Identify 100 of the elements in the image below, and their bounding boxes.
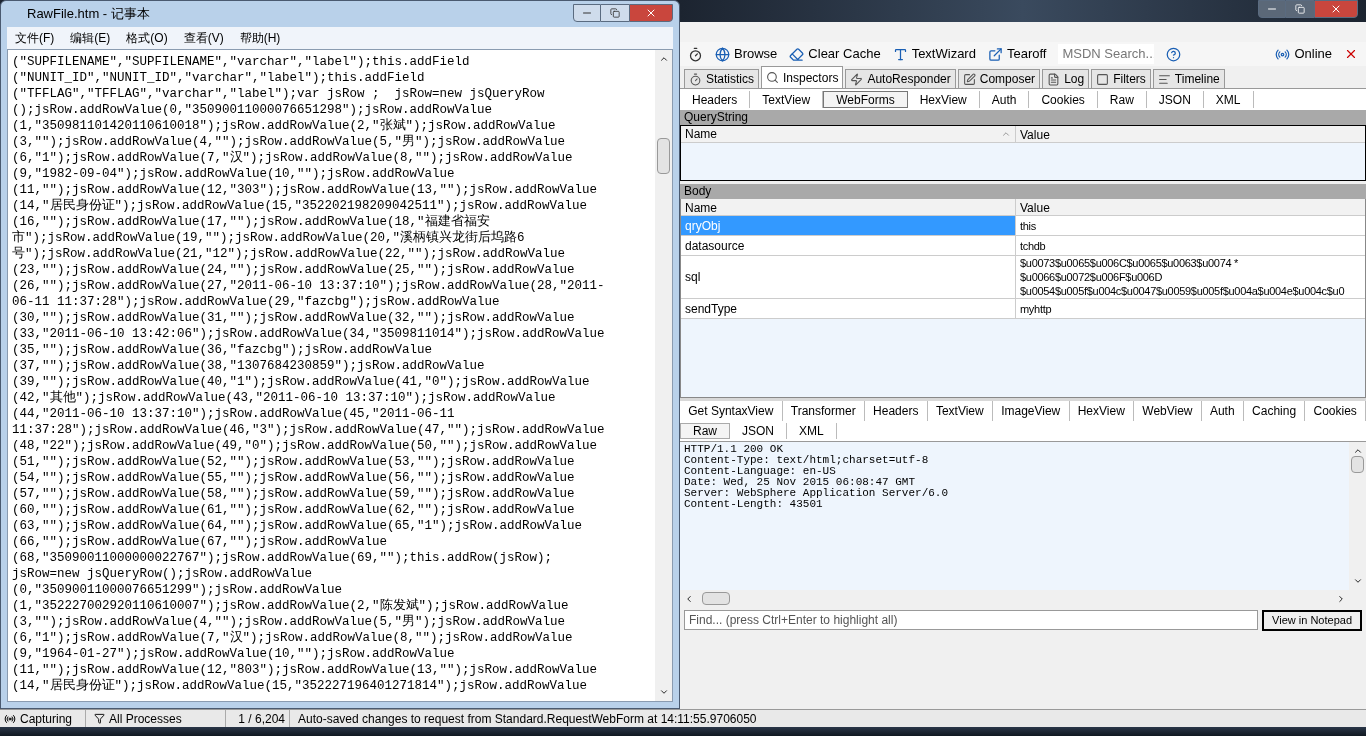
text-line: (14,"居民身份证");jsRow.addRowValue(15,"352227196401271814");jsRow.addRowValue bbox=[12, 678, 588, 694]
text-line: HTTP/1.1 200 OK bbox=[684, 444, 784, 455]
text-line: (44,"2011-06-10 13:37:10");jsRow.addRowValue(45,"2011-06-11 bbox=[12, 406, 455, 422]
status-message: Auto-saved changes to request from Standard.RequestWebForm at 14:11:55.9706050 bbox=[297, 710, 757, 728]
scroll-up-icon bbox=[1352, 446, 1363, 456]
toolbar-button[interactable]: Tearoff bbox=[987, 44, 1047, 64]
toolbar-button[interactable]: Clear Cache bbox=[789, 44, 881, 64]
text-line: (0,"35090011000076651299");jsRow.addRowValue bbox=[12, 582, 343, 598]
minimize-button[interactable] bbox=[573, 4, 601, 22]
pencil-icon bbox=[962, 72, 976, 86]
eraser-icon bbox=[789, 46, 805, 62]
text-line: (1,"352227002920110610007");jsRow.addRowValue(2,"陈发斌");jsRow.addRowValue bbox=[12, 598, 569, 614]
text-line: 11:37:28");jsRow.addRowValue(46,"3");jsRow.addRowValue(47,"");jsRow.addRowValue bbox=[12, 422, 605, 438]
restore-button[interactable] bbox=[1286, 0, 1314, 18]
tab[interactable]: Raw bbox=[680, 423, 730, 439]
text-line: (6,"1");jsRow.addRowValue(7,"汉");jsRow.addRowValue(8,"");jsRow.addRowValue bbox=[12, 630, 573, 646]
toolbar-button[interactable]: TextWizard bbox=[892, 44, 976, 64]
column-header[interactable]: Value bbox=[1016, 126, 1365, 142]
tab[interactable]: Raw bbox=[1097, 91, 1147, 108]
search-field[interactable]: MSDN Search... bbox=[1058, 44, 1155, 64]
table-cell: tchdb bbox=[1020, 238, 1046, 253]
scroll-left-icon bbox=[684, 593, 694, 604]
text-line: (3,"");jsRow.addRowValue(4,"");jsRow.addRowValue(5,"男");jsRow.addRowValue bbox=[12, 614, 566, 630]
minimize-button[interactable] bbox=[1258, 0, 1286, 18]
scrollbar[interactable] bbox=[655, 50, 672, 701]
text-line: (68,"35090011000000022767");jsRow.addRowValue(69,"");this.addRow(jsRow); bbox=[12, 550, 553, 566]
table-cell[interactable]: sql bbox=[681, 256, 1016, 298]
tab[interactable]: Composer bbox=[957, 69, 1041, 88]
text-line: ("SUPFILENAME","SUPFILENAME","varchar","label");this.addField bbox=[12, 54, 470, 70]
text-line: (63,"");jsRow.addRowValue(64,"");jsRow.addRowValue(65,"1");jsRow.addRowValue bbox=[12, 518, 583, 534]
scroll-thumb[interactable] bbox=[1351, 455, 1364, 473]
toolbar-button[interactable]: Browse bbox=[715, 44, 778, 64]
text-line: 06-11 11:37:28");jsRow.addRowValue(29,"fazcbg");jsRow.addRowValue bbox=[12, 294, 500, 310]
text-line: (51,"");jsRow.addRowValue(52,"");jsRow.addRowValue(53,"");jsRow.addRowValue bbox=[12, 454, 575, 470]
section-header: QueryString bbox=[680, 110, 1366, 125]
tab[interactable]: JSON bbox=[1146, 91, 1204, 108]
scroll-right-icon bbox=[1336, 593, 1346, 604]
tab[interactable]: Auth bbox=[979, 91, 1030, 108]
text-line: (30,"");jsRow.addRowValue(31,"");jsRow.addRowValue(32,"");jsRow.addRowValue bbox=[12, 310, 575, 326]
restore-button[interactable] bbox=[601, 4, 629, 22]
tab[interactable]: HexView bbox=[907, 91, 980, 108]
tab[interactable]: Statistics bbox=[684, 69, 759, 88]
text-line: ("TFFLAG","TFFLAG","varchar","label");var jsRow ; jsRow=new jsQueryRow bbox=[12, 86, 545, 102]
table-cell: $u0054$u005f$u004c$u0047$u0059$u005f$u004a$u004e$u004c$u0 bbox=[1020, 284, 1345, 298]
tab[interactable]: Cookies bbox=[1029, 91, 1098, 108]
stopwatch-icon bbox=[689, 72, 702, 86]
table-cell: $u0066$u0072$u006F$u006D bbox=[1020, 270, 1163, 284]
text-line: Content-Length: 43501 bbox=[684, 499, 823, 510]
close-icon bbox=[1344, 47, 1358, 61]
tab[interactable]: XML bbox=[787, 423, 837, 439]
menu-item[interactable]: 编辑(E) bbox=[70, 29, 111, 47]
column-header[interactable]: Value bbox=[1016, 199, 1365, 215]
text-line: (66,"");jsRow.addRowValue(67,"");jsRow.addRowValue bbox=[12, 534, 388, 550]
tab[interactable]: Inspectors bbox=[761, 66, 844, 88]
menu-item[interactable]: 帮助(H) bbox=[239, 29, 281, 47]
scroll-down-icon bbox=[1352, 576, 1363, 586]
menu-item[interactable]: 文件(F) bbox=[15, 29, 55, 47]
find-field[interactable]: Find... (press Ctrl+Enter to highlight all) bbox=[684, 610, 1259, 630]
section-header: Body bbox=[680, 184, 1366, 199]
tab[interactable]: XML bbox=[1203, 91, 1254, 108]
tab[interactable]: Timeline bbox=[1152, 69, 1225, 88]
text-line: (11,"");jsRow.addRowValue(12,"803");jsRow.addRowValue(13,"");jsRow.addRowValue bbox=[12, 662, 598, 678]
online-indicator: Online bbox=[1275, 44, 1332, 64]
globe-icon bbox=[715, 46, 730, 62]
filter-icon bbox=[94, 713, 105, 724]
table-cell[interactable]: datasource bbox=[681, 236, 1016, 255]
menu-item[interactable]: 查看(V) bbox=[183, 29, 224, 47]
text-line: ();jsRow.addRowValue(0,"35090011000076651298");jsRow.addRowValue bbox=[12, 102, 493, 118]
tab[interactable]: Log bbox=[1042, 69, 1090, 88]
tab[interactable]: AutoResponder bbox=[845, 69, 956, 88]
text-line: 号");jsRow.addRowValue(21,"12");jsRow.addRowValue(22,"");jsRow.addRowValue bbox=[12, 246, 566, 262]
tab[interactable]: Headers bbox=[680, 91, 751, 108]
text-line: (16,"");jsRow.addRowValue(17,"");jsRow.addRowValue(18,"福建省福安 bbox=[12, 214, 490, 230]
view-in-notepad-button[interactable]: View in Notepad bbox=[1262, 609, 1362, 631]
table-cell[interactable]: sendType bbox=[681, 299, 1016, 318]
column-header[interactable]: Name bbox=[681, 199, 1016, 215]
tab[interactable]: Filters bbox=[1091, 69, 1151, 88]
magnifier-icon bbox=[766, 71, 779, 84]
column-header[interactable]: Name bbox=[681, 126, 1016, 142]
text-line: (42,"其他");jsRow.addRowValue(43,"2011-06-10 13:37:10");jsRow.addRowValue bbox=[12, 390, 556, 406]
document-icon bbox=[1047, 72, 1061, 86]
tab[interactable]: JSON bbox=[730, 423, 788, 439]
scrollbar[interactable] bbox=[1349, 442, 1366, 590]
text-line: (9,"1964-01-27");jsRow.addRowValue(10,"");jsRow.addRowValue bbox=[12, 646, 455, 662]
tab[interactable]: WebForms bbox=[823, 91, 908, 108]
timeline-icon bbox=[1157, 72, 1171, 86]
text-line: (39,"");jsRow.addRowValue(40,"1");jsRow.addRowValue(41,"0");jsRow.addRowValue bbox=[12, 374, 590, 390]
table-cell: this bbox=[1020, 218, 1036, 233]
text-line: (26,"");jsRow.addRowValue(27,"2011-06-10 13:37:10");jsRow.addRowValue(28,"2011- bbox=[12, 278, 605, 294]
scroll-down-icon bbox=[658, 687, 669, 697]
scroll-thumb[interactable] bbox=[702, 592, 730, 605]
stopwatch-icon bbox=[688, 46, 703, 62]
text-line: ("NUNIT_ID","NUNIT_ID","varchar","label");this.addField bbox=[12, 70, 425, 86]
window-icon bbox=[987, 46, 1003, 62]
menu-item[interactable]: 格式(O) bbox=[126, 29, 168, 47]
text-icon bbox=[892, 46, 908, 62]
text-line: (33,"2011-06-10 13:42:06");jsRow.addRowValue(34,"3509811014");jsRow.addRowValue bbox=[12, 326, 605, 342]
scroll-thumb[interactable] bbox=[657, 137, 670, 174]
text-line: 市");jsRow.addRowValue(19,"");jsRow.addRowValue(20,"溪柄镇兴龙街后坞路6 bbox=[12, 230, 525, 246]
close-button[interactable] bbox=[629, 4, 673, 22]
